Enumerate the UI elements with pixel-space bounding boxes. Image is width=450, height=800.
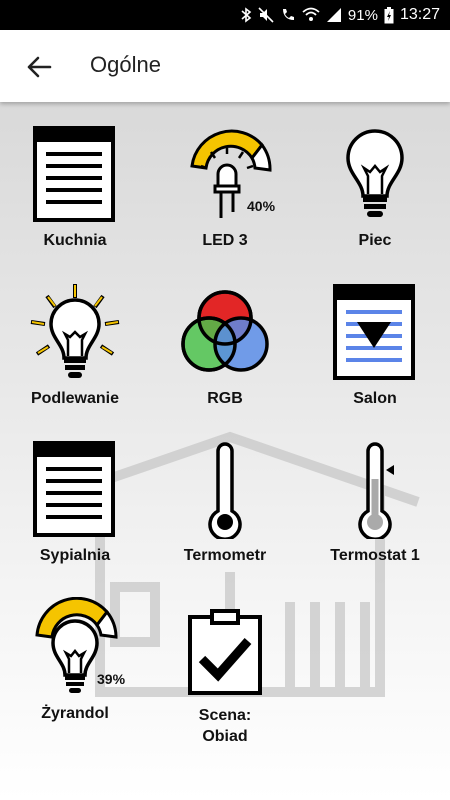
wifi-icon [302,7,320,21]
tile-label: Żyrandol [41,705,109,722]
battery-charging-icon [384,6,394,23]
blinds-icon [33,126,115,222]
bluetooth-icon [241,7,252,23]
blinds-down-icon [333,284,415,380]
dimmer-percent: 40% [247,198,276,214]
tile-salon[interactable]: Salon [300,282,450,409]
mute-icon [258,7,274,23]
device-grid: Kuchnia 40% LED 3 Piec Podlewanie RGB Sa… [0,102,450,800]
signal-icon [326,8,341,22]
back-button[interactable] [22,50,56,84]
lightbulb-on-icon [30,284,120,378]
status-bar: 91% 13:27 [0,0,450,30]
tile-sypialnia[interactable]: Sypialnia [0,439,150,566]
tile-piec[interactable]: Piec [300,124,450,251]
tile-label: LED 3 [202,232,248,249]
app-bar: Ogólne [0,30,450,102]
tile-zyrandol[interactable]: 39% Żyrandol [0,597,150,724]
lightbulb-icon [346,129,404,217]
tile-label: Termometr [183,547,267,564]
tile-label: Kuchnia [43,232,107,249]
page-title: Ogólne [90,52,161,77]
tile-label: Termostat 1 [330,547,420,564]
dimmer-percent: 39% [97,671,126,687]
tile-label: Scena: Obiad [198,707,252,745]
tile-scena-obiad[interactable]: Scena: Obiad [150,607,300,747]
thermostat-icon [358,442,394,539]
tile-kuchnia[interactable]: Kuchnia [0,124,150,251]
tile-termostat-1[interactable]: Termostat 1 [300,439,450,566]
blinds-icon [33,441,115,537]
clock: 13:27 [399,6,440,23]
tile-label: Piec [358,232,392,249]
wifi-call-icon [282,9,294,20]
tile-label: Podlewanie [30,390,120,407]
tile-podlewanie[interactable]: Podlewanie [0,282,150,409]
tile-label: Sypialnia [39,547,111,564]
tile-label: Salon [353,390,397,407]
tile-led-3[interactable]: 40% LED 3 [150,124,300,251]
battery-percent: 91% [347,6,378,24]
tile-termometr[interactable]: Termometr [150,439,300,566]
tile-rgb[interactable]: RGB [150,282,300,409]
arrow-left-icon [27,56,52,78]
tile-label: RGB [207,390,243,407]
rgb-circles-icon [181,290,269,372]
thermometer-icon [208,442,242,539]
clipboard-check-icon [188,609,262,695]
